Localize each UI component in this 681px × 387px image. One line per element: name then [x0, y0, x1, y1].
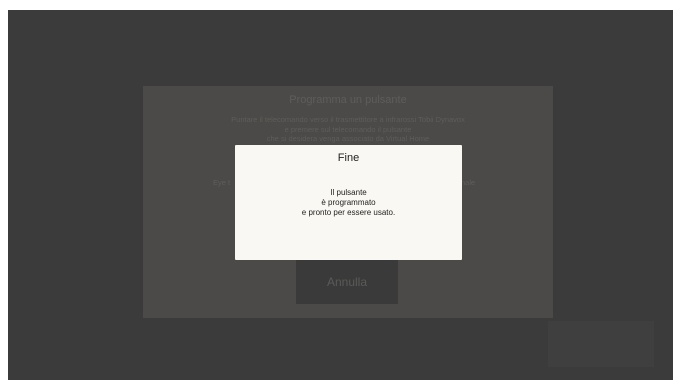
instruction-line: Puntare il telecomando verso il trasmett… [231, 115, 465, 124]
done-dialog: Fine Il pulsante è programmato e pronto … [235, 145, 462, 260]
panel-instructions: Puntare il telecomando verso il trasmett… [163, 115, 533, 144]
dialog-message: Il pulsante è programmato e pronto per e… [235, 188, 462, 218]
panel-side-text-right: nale [461, 178, 476, 187]
dialog-message-line: è programmato [321, 198, 376, 207]
dialog-title: Fine [337, 152, 360, 164]
panel-side-text-left: Eye t [213, 178, 231, 187]
panel-title: Programma un pulsante [289, 94, 407, 106]
dialog-message-line: e pronto per essere usato. [301, 208, 396, 217]
app-screen: Programma un pulsante Puntare il telecom… [8, 10, 673, 380]
instruction-line: e premere sul telecomando il pulsante [284, 124, 412, 134]
dialog-message-line: Il pulsante [330, 188, 367, 197]
corner-button[interactable] [548, 321, 654, 367]
instruction-line: che si desidera venga associato da Virtu… [266, 134, 430, 143]
cancel-button[interactable]: Annulla [296, 259, 398, 304]
